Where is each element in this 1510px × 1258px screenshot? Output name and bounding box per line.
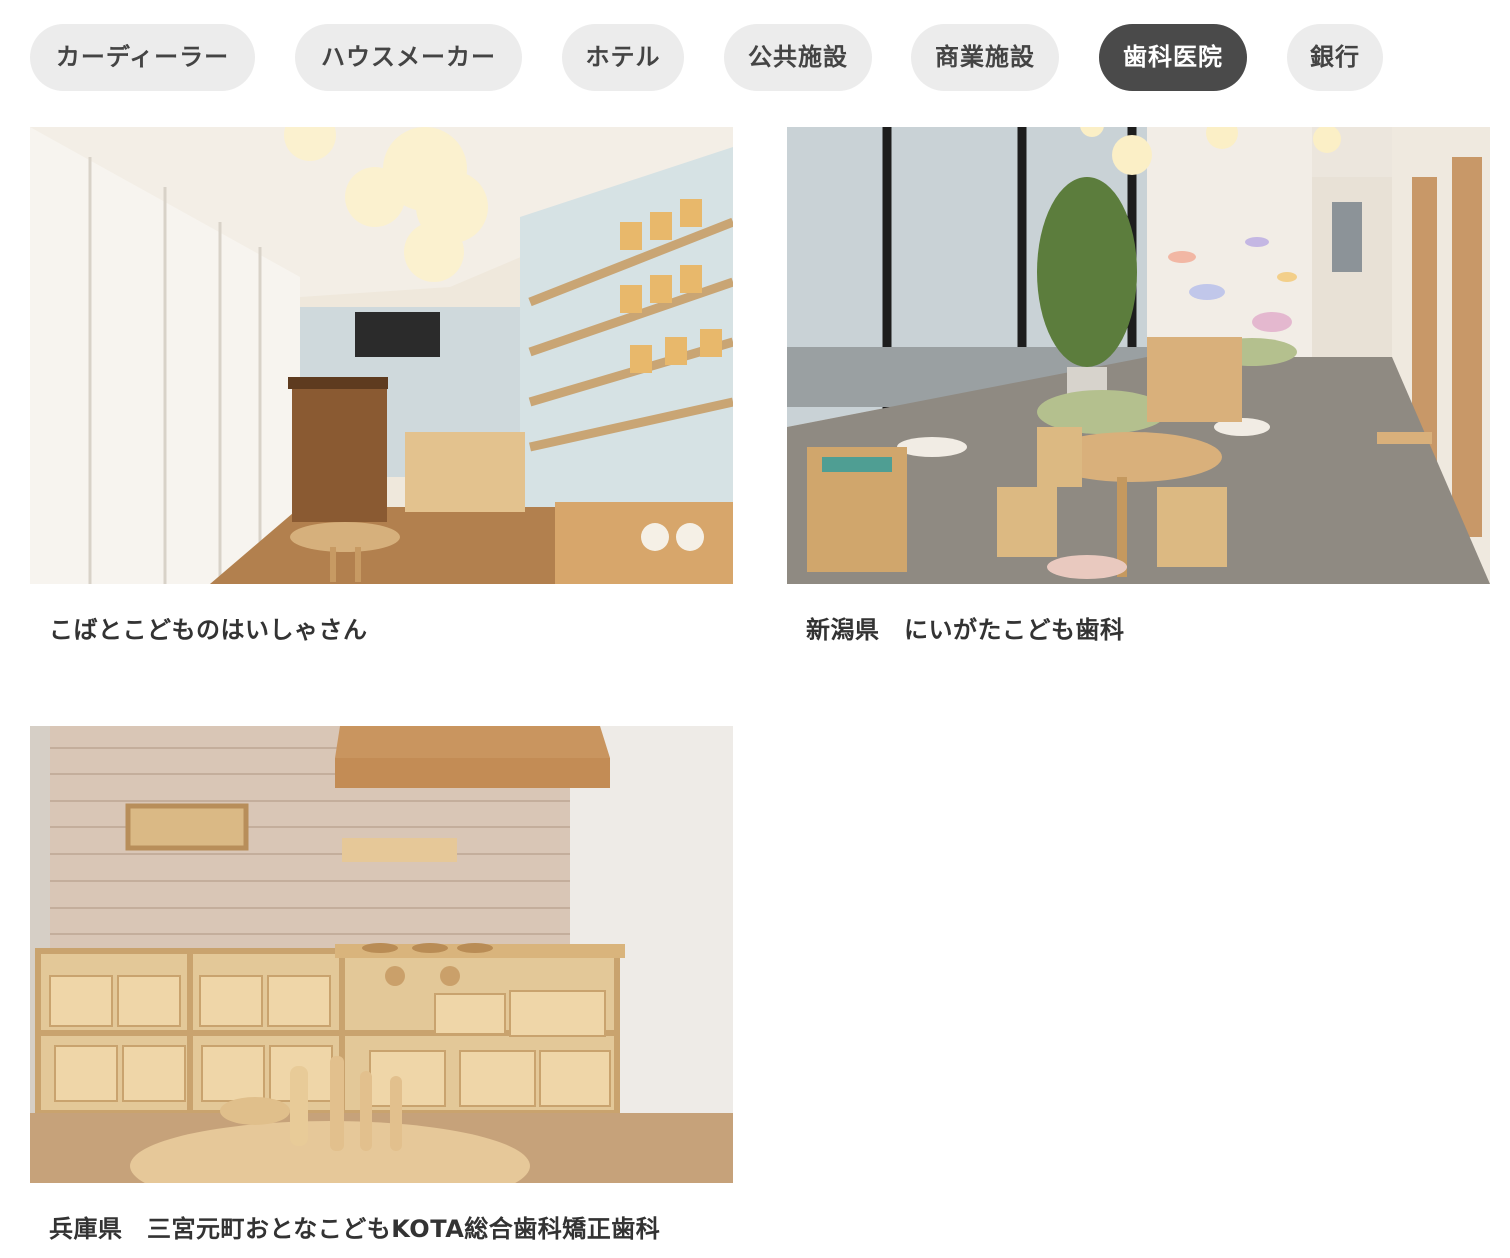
- tab-house-maker[interactable]: ハウスメーカー: [295, 24, 522, 91]
- case-title[interactable]: こばとこどものはいしゃさん: [30, 610, 733, 645]
- case-title[interactable]: 新潟県 にいがたこども歯科: [787, 610, 1490, 645]
- case-card[interactable]: こばとこどものはいしゃさん: [30, 127, 733, 645]
- case-title[interactable]: 兵庫県 三宮元町おとなこどもKOTA総合歯科矯正歯科: [30, 1209, 733, 1244]
- tab-bank[interactable]: 銀行: [1287, 24, 1383, 91]
- kids-play-area-photo[interactable]: [787, 127, 1490, 584]
- tab-commercial-facility[interactable]: 商業施設: [911, 24, 1059, 91]
- case-card[interactable]: 新潟県 にいがたこども歯科: [787, 127, 1490, 645]
- tab-hotel[interactable]: ホテル: [562, 24, 684, 91]
- tab-public-facility[interactable]: 公共施設: [724, 24, 872, 91]
- kids-corner-photo[interactable]: [30, 127, 733, 584]
- tab-dental-clinic[interactable]: 歯科医院: [1099, 24, 1247, 91]
- wooden-kitchen-shelf-photo[interactable]: [30, 726, 733, 1183]
- case-card[interactable]: 兵庫県 三宮元町おとなこどもKOTA総合歯科矯正歯科: [30, 726, 733, 1244]
- tab-car-dealer[interactable]: カーディーラー: [30, 24, 255, 91]
